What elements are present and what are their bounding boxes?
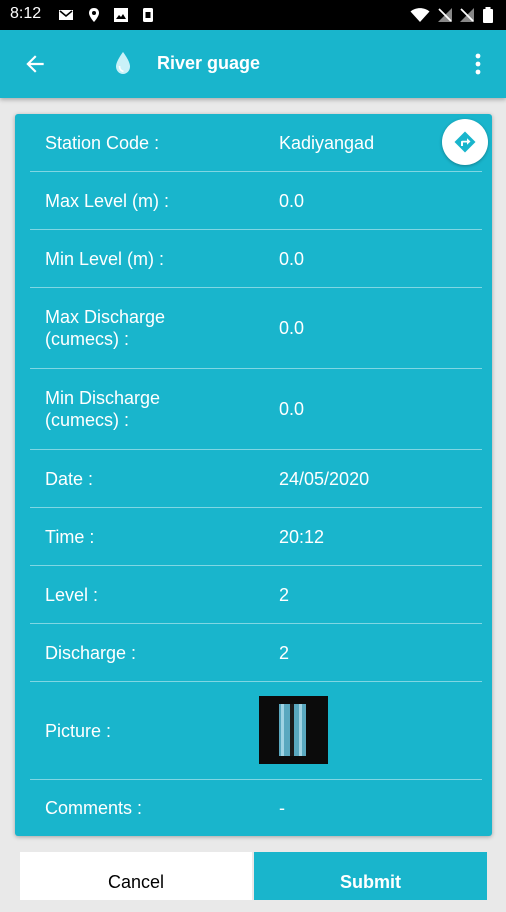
submit-button[interactable]: Submit bbox=[254, 852, 487, 900]
row-time: Time : 20:12 bbox=[30, 508, 482, 566]
row-value: 0.0 bbox=[279, 399, 305, 419]
directions-button[interactable] bbox=[442, 119, 488, 165]
row-label: Comments : bbox=[45, 798, 143, 818]
row-min-level: Min Level (m) : 0.0 bbox=[30, 230, 482, 288]
row-value: 0.0 bbox=[279, 318, 305, 338]
more-vert-icon[interactable] bbox=[468, 51, 488, 77]
wifi-icon bbox=[410, 8, 430, 22]
status-time: 8:12 bbox=[10, 5, 42, 22]
picture-thumbnail[interactable] bbox=[259, 696, 328, 764]
status-bar: 8:12 bbox=[0, 0, 506, 30]
sim-icon bbox=[143, 8, 153, 22]
directions-icon bbox=[454, 131, 476, 153]
page-title: River guage bbox=[157, 53, 261, 73]
row-value: 2 bbox=[279, 584, 290, 605]
image-icon bbox=[114, 8, 128, 22]
row-level: Level : 2 bbox=[30, 566, 482, 624]
row-label: Date : bbox=[45, 468, 94, 489]
row-picture: Picture : bbox=[30, 682, 482, 780]
row-label: Picture : bbox=[45, 720, 112, 741]
back-arrow-icon[interactable] bbox=[22, 51, 48, 77]
water-drop-icon bbox=[116, 52, 130, 74]
row-value: 0.0 bbox=[279, 190, 305, 211]
row-value: 20:12 bbox=[279, 526, 325, 547]
row-label: Level : bbox=[45, 584, 99, 605]
row-date: Date : 24/05/2020 bbox=[30, 450, 482, 508]
row-value: - bbox=[279, 798, 285, 818]
row-label: Max Discharge (cumecs) : bbox=[45, 307, 166, 349]
row-station-code: Station Code : Kadiyangad bbox=[30, 114, 482, 172]
row-comments: Comments : - bbox=[30, 780, 482, 836]
gmail-icon bbox=[59, 10, 73, 20]
row-label: Station Code : bbox=[45, 132, 160, 153]
row-label: Time : bbox=[45, 526, 95, 547]
details-card: Station Code : Kadiyangad Max Level (m) … bbox=[15, 114, 492, 836]
row-label: Min Discharge (cumecs) : bbox=[45, 388, 161, 430]
battery-icon bbox=[483, 7, 493, 23]
location-icon bbox=[89, 8, 99, 22]
row-max-level: Max Level (m) : 0.0 bbox=[30, 172, 482, 230]
gauge-photo-image bbox=[259, 696, 328, 764]
row-label: Max Level (m) : bbox=[45, 190, 170, 211]
row-value: 24/05/2020 bbox=[279, 468, 370, 489]
row-value: Kadiyangad bbox=[279, 132, 375, 153]
row-max-discharge: Max Discharge (cumecs) : 0.0 bbox=[30, 288, 482, 369]
app-bar: River guage bbox=[0, 30, 506, 98]
row-label: Discharge : bbox=[45, 642, 137, 663]
row-value: 0.0 bbox=[279, 248, 305, 269]
row-min-discharge: Min Discharge (cumecs) : 0.0 bbox=[30, 369, 482, 450]
cancel-button[interactable]: Cancel bbox=[20, 852, 252, 900]
row-value: 2 bbox=[279, 642, 290, 663]
row-label: Min Level (m) : bbox=[45, 248, 165, 269]
no-signal-icon bbox=[460, 8, 474, 22]
row-discharge: Discharge : 2 bbox=[30, 624, 482, 682]
no-signal-icon bbox=[438, 8, 452, 22]
